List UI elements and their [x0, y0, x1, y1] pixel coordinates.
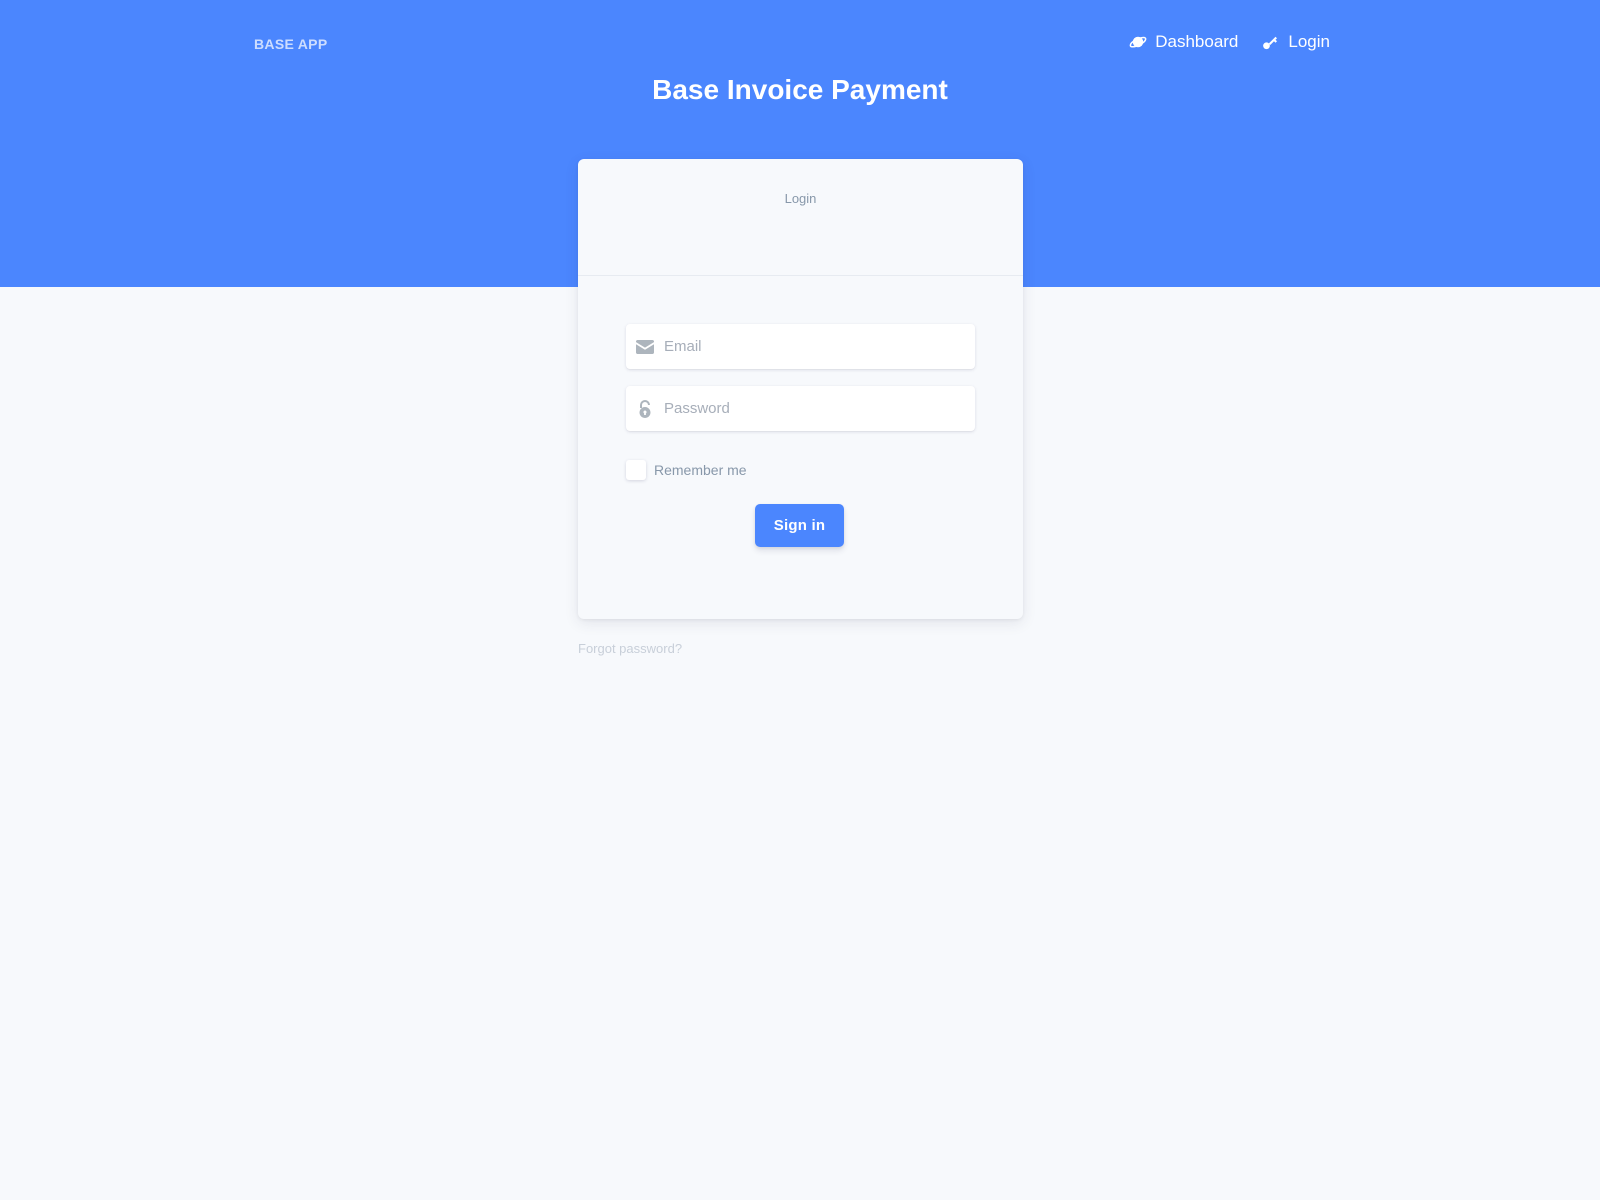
remember-me[interactable]: Remember me: [626, 460, 747, 480]
remember-me-checkbox[interactable]: [626, 460, 646, 480]
login-card-header: Login: [578, 159, 1023, 276]
remember-me-label: Remember me: [654, 462, 747, 478]
login-card: Login Remember me Sign in: [578, 159, 1023, 619]
nav-item-dashboard[interactable]: Dashboard: [1129, 32, 1238, 52]
top-nav: Dashboard Login: [1129, 32, 1330, 52]
planet-icon: [1129, 36, 1147, 48]
email-field[interactable]: [626, 324, 975, 369]
nav-item-login-label: Login: [1288, 32, 1330, 51]
key-icon: [1263, 36, 1278, 50]
nav-item-dashboard-label: Dashboard: [1155, 32, 1239, 51]
sign-in-button[interactable]: Sign in: [755, 504, 844, 547]
password-field[interactable]: [626, 386, 975, 431]
brand-logo[interactable]: BASE APP: [254, 36, 327, 52]
page-title: Base Invoice Payment: [652, 74, 948, 105]
forgot-password-link[interactable]: Forgot password?: [578, 641, 682, 656]
nav-item-login[interactable]: Login: [1262, 32, 1330, 52]
email-input[interactable]: [664, 324, 975, 369]
lock-open-icon: [626, 399, 664, 418]
password-input[interactable]: [664, 386, 975, 431]
envelope-icon: [626, 339, 664, 354]
